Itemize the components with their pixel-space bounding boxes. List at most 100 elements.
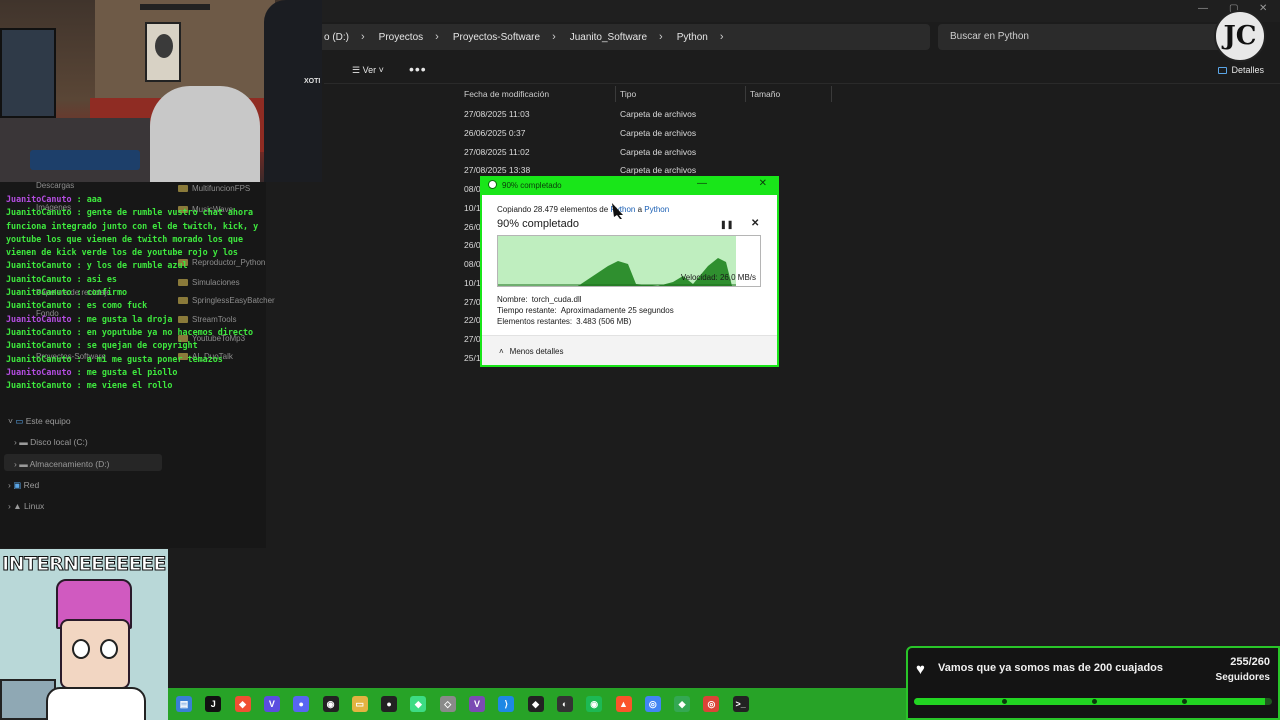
chat-username: JuanitoCanuto	[6, 273, 72, 284]
more-options-button[interactable]: •••	[409, 61, 427, 77]
webcam-keyboard	[30, 150, 140, 170]
minimize-icon[interactable]: —	[1198, 3, 1208, 14]
chevron-right-icon: ›	[659, 31, 663, 43]
modified-date-cell: 10/1	[464, 203, 481, 213]
mouse-cursor-icon	[612, 203, 623, 219]
goal-unit: Seguidores	[1215, 672, 1270, 683]
chat-username: JuanitoCanuto	[6, 287, 72, 298]
column-header-type[interactable]: Tipo	[616, 86, 746, 102]
chevron-right-icon: ›	[435, 31, 439, 43]
git-icon[interactable]: ◆	[234, 696, 251, 712]
cancel-icon[interactable]: ✕	[751, 218, 759, 229]
modified-date-cell: 26/06/2025 0:37	[464, 128, 526, 138]
breadcrumb-item[interactable]: Proyectos	[379, 32, 423, 43]
chat-separator: :	[71, 380, 87, 391]
breadcrumb-item[interactable]: o (D:)	[324, 32, 349, 43]
poster-face	[155, 34, 173, 58]
chat-message: JuanitoCanuto : aaa	[6, 193, 268, 206]
dialog-titlebar: 90% completado — ✕	[482, 176, 777, 195]
minimize-icon[interactable]: —	[697, 178, 707, 189]
goal-title: Vamos que ya somos mas de 200 cuajados	[938, 662, 1163, 674]
breadcrumb[interactable]: o (D:) › Proyectos › Proyectos-Software …	[300, 24, 930, 50]
chat-username: JuanitoCanuto	[6, 353, 72, 364]
breadcrumb-item[interactable]: Proyectos-Software	[453, 32, 540, 43]
webcam-feed: XOTI	[0, 0, 322, 182]
chat-username: JuanitoCanuto	[6, 313, 72, 324]
spotify-icon[interactable]: ◉	[586, 696, 603, 712]
nav-folder-item[interactable]: MultifuncionFPS	[178, 184, 250, 193]
vivaldi-icon[interactable]: V	[263, 696, 280, 712]
webcam-shelf	[140, 4, 210, 10]
network-icon: ▣	[13, 480, 24, 490]
chrome-icon[interactable]: ◎	[644, 696, 661, 712]
vscode-icon[interactable]: ⟩	[498, 696, 515, 712]
type-cell: Carpeta de archivos	[620, 165, 697, 175]
nav-network-label: Red	[23, 480, 40, 490]
webcam-chair	[264, 0, 322, 182]
breadcrumb-item[interactable]: Python	[677, 32, 708, 43]
close-icon[interactable]: ✕	[1259, 3, 1267, 14]
chat-text: asi es	[86, 273, 117, 284]
details-pane-button[interactable]: Detalles	[1218, 65, 1264, 75]
unity-icon[interactable]: ◆	[527, 696, 544, 712]
chat-separator: :	[71, 326, 87, 337]
destination-link[interactable]: Python	[644, 205, 669, 214]
search-input[interactable]: Buscar en Python	[938, 24, 1228, 50]
modified-date-cell: 08/0	[464, 259, 481, 269]
type-cell: Carpeta de archivos	[620, 128, 697, 138]
column-header-date[interactable]: Fecha de modificación	[460, 86, 616, 102]
details-pane-icon	[1218, 67, 1228, 74]
nav-quick-descargas[interactable]: Descargas	[36, 181, 74, 190]
column-header-size[interactable]: Tamaño	[746, 86, 832, 102]
chat-username: JuanitoCanuto	[6, 366, 72, 377]
discord-icon[interactable]: ●	[293, 696, 310, 712]
brave-icon[interactable]: ▲	[615, 696, 632, 712]
nav-linux[interactable]: › ▲ Linux	[8, 501, 44, 511]
nav-network[interactable]: › ▣ Red	[8, 480, 39, 491]
chrome-alt-icon[interactable]: ◎	[703, 696, 720, 712]
cube-icon[interactable]: ◇	[439, 696, 456, 712]
nav-drive-d-label: Almacenamiento (D:)	[29, 459, 110, 469]
chat-message: JuanitoCanuto : es como fuck	[6, 299, 268, 312]
jetbrains-icon[interactable]: J	[205, 696, 222, 712]
android-studio-icon[interactable]: ◆	[410, 696, 427, 712]
items-remaining-value: 3.483 (506 MB)	[576, 317, 632, 326]
table-row[interactable]: 27/08/2025 11:02 Carpeta de archivos	[460, 143, 840, 161]
breadcrumb-item[interactable]: Juanito_Software	[570, 32, 647, 43]
webcam-monitor	[0, 28, 56, 118]
view-icon: ☰	[352, 65, 363, 75]
table-row[interactable]: 27/08/2025 11:03 Carpeta de archivos	[460, 105, 840, 123]
blender-icon[interactable]: ◐	[556, 696, 573, 712]
github-icon[interactable]: ●	[381, 696, 398, 712]
modified-date-cell: 27/08/2025 13:38	[464, 165, 531, 175]
nav-this-pc[interactable]: ˅ ▭ Este equipo	[8, 416, 71, 427]
chat-message: JuanitoCanuto : me viene el rollo	[6, 379, 268, 392]
pause-icon[interactable]: ❚❚	[720, 220, 733, 229]
command-bar: ☰ Ver ˅ ••• Detalles	[324, 56, 1280, 84]
close-icon[interactable]: ✕	[759, 178, 767, 189]
chevron-down-icon: ˅	[376, 65, 384, 75]
nav-drive-d[interactable]: › ▬ Almacenamiento (D:)	[14, 459, 109, 469]
avatar-eye	[100, 639, 118, 659]
copy-connector: a	[637, 205, 643, 214]
type-cell: Carpeta de archivos	[620, 109, 697, 119]
visual-studio-icon[interactable]: V	[469, 696, 485, 712]
view-label: Ver	[362, 65, 377, 75]
chat-username: JuanitoCanuto	[6, 380, 72, 391]
folder-icon[interactable]: ▭	[351, 696, 368, 712]
less-details-button[interactable]: ˄ Menos detalles	[499, 347, 563, 356]
modified-date-cell: 10/1	[464, 278, 481, 288]
chat-separator: :	[71, 300, 87, 311]
chat-message: JuanitoCanuto : a mi me gusta poner tema…	[6, 353, 268, 366]
view-menu-button[interactable]: ☰ Ver ˅	[352, 65, 384, 76]
maps-icon[interactable]: ◆	[674, 696, 691, 712]
webcam-person	[150, 86, 260, 182]
terminal-icon[interactable]: >_	[732, 696, 749, 712]
file-explorer-icon[interactable]: ▤	[176, 696, 192, 712]
drive-icon: ▬	[19, 459, 30, 469]
obs-icon[interactable]: ◉	[322, 696, 339, 712]
chat-text: se quejan de copyright	[86, 340, 198, 351]
nav-drive-c[interactable]: › ▬ Disco local (C:)	[14, 437, 88, 447]
table-row[interactable]: 26/06/2025 0:37 Carpeta de archivos	[460, 124, 840, 142]
chat-username: JuanitoCanuto	[6, 326, 72, 337]
